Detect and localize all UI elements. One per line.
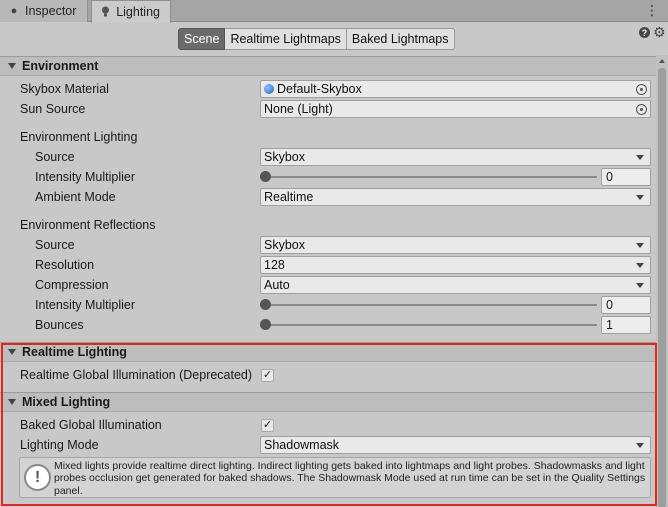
info-icon: !	[24, 464, 51, 491]
mode-scene-button[interactable]: Scene	[178, 28, 226, 50]
dropdown-value: Auto	[264, 278, 290, 292]
refl-source-row: Source Skybox	[0, 235, 656, 255]
more-menu-icon[interactable]: ⋮	[645, 2, 659, 19]
dropdown-value: Shadowmask	[264, 438, 340, 452]
mode-realtime-lightmaps-button[interactable]: Realtime Lightmaps	[225, 28, 347, 50]
ambient-mode-dropdown[interactable]: Realtime	[260, 188, 651, 206]
mixed-lighting-help-box: ! Mixed lights provide realtime direct l…	[19, 457, 651, 498]
field-label: Realtime Global Illumination (Deprecated…	[20, 368, 253, 382]
info-circle-icon: ●	[10, 5, 18, 17]
resolution-dropdown[interactable]: 128	[260, 256, 651, 274]
object-picker-icon[interactable]	[636, 83, 647, 95]
section-realtime-lighting[interactable]: Realtime Lighting	[0, 342, 656, 362]
chevron-down-icon	[636, 263, 644, 268]
dropdown-value: Realtime	[264, 190, 314, 204]
lighting-toolbar: Scene Realtime Lightmaps Baked Lightmaps…	[0, 23, 668, 55]
tab-lighting[interactable]: Lighting	[91, 0, 171, 23]
baked-gi-checkbox[interactable]: ✓	[261, 418, 274, 432]
field-value: None (Light)	[264, 102, 333, 116]
section-title: Environment	[22, 59, 99, 73]
environment-lighting-group: Environment Lighting	[0, 127, 656, 147]
sun-source-field[interactable]: None (Light)	[260, 100, 651, 118]
section-mixed-lighting[interactable]: Mixed Lighting	[0, 392, 656, 412]
scrollbar-thumb[interactable]	[658, 68, 666, 507]
slider-handle[interactable]	[260, 299, 271, 310]
bounces-input[interactable]: 1	[601, 316, 651, 334]
chevron-down-icon	[636, 243, 644, 248]
object-picker-icon[interactable]	[636, 103, 647, 115]
field-label: Source	[35, 238, 75, 252]
section-title: Mixed Lighting	[22, 395, 111, 409]
sun-source-row: Sun Source None (Light)	[0, 99, 656, 119]
slider-handle[interactable]	[260, 171, 271, 182]
field-label: Ambient Mode	[35, 190, 116, 204]
skybox-material-field[interactable]: Default-Skybox	[260, 80, 651, 98]
group-label: Environment Lighting	[20, 130, 138, 144]
foldout-arrow-icon	[8, 399, 16, 405]
field-label: Sun Source	[20, 102, 86, 116]
chevron-down-icon	[636, 155, 644, 160]
env-intensity-input[interactable]: 0	[601, 168, 651, 186]
slider-track	[262, 304, 597, 306]
lighting-mode-dropdown[interactable]: Shadowmask	[260, 436, 651, 454]
dropdown-value: Skybox	[264, 238, 305, 252]
chevron-down-icon	[636, 283, 644, 288]
field-label: Resolution	[35, 258, 95, 272]
compression-row: Compression Auto	[0, 275, 656, 295]
compression-dropdown[interactable]: Auto	[260, 276, 651, 294]
section-title: Realtime Lighting	[22, 345, 127, 359]
mode-baked-lightmaps-button[interactable]: Baked Lightmaps	[346, 28, 455, 50]
field-label: Skybox Material	[20, 82, 109, 96]
scroll-up-arrow-icon[interactable]	[659, 59, 665, 63]
realtime-gi-checkbox[interactable]: ✓	[261, 368, 274, 382]
field-label: Compression	[35, 278, 109, 292]
slider-track	[262, 176, 597, 178]
env-source-row: Source Skybox	[0, 147, 656, 167]
baked-gi-row: Baked Global Illumination ✓	[0, 415, 656, 435]
field-label: Source	[35, 150, 75, 164]
chevron-down-icon	[636, 195, 644, 200]
env-source-dropdown[interactable]: Skybox	[260, 148, 651, 166]
material-sphere-icon	[264, 84, 274, 94]
lighting-mode-row: Lighting Mode Shadowmask	[0, 435, 656, 455]
tab-label: Inspector	[25, 4, 77, 18]
field-value: Default-Skybox	[277, 82, 362, 96]
field-label: Intensity Multiplier	[35, 298, 136, 312]
field-label: Lighting Mode	[20, 438, 99, 452]
bounces-slider[interactable]	[260, 316, 597, 334]
group-label: Environment Reflections	[20, 218, 156, 232]
field-label: Baked Global Illumination	[20, 418, 162, 432]
dropdown-value: Skybox	[264, 150, 305, 164]
section-environment[interactable]: Environment	[0, 56, 656, 76]
dropdown-value: 128	[264, 258, 285, 272]
refl-intensity-input[interactable]: 0	[601, 296, 651, 314]
slider-handle[interactable]	[260, 319, 271, 330]
foldout-arrow-icon	[8, 349, 16, 355]
ambient-mode-row: Ambient Mode Realtime	[0, 187, 656, 207]
refl-source-dropdown[interactable]: Skybox	[260, 236, 651, 254]
environment-reflections-group: Environment Reflections	[0, 215, 656, 235]
tab-bar: ● Inspector Lighting ⋮	[0, 0, 668, 23]
bounces-row: Bounces 1	[0, 315, 656, 335]
refl-intensity-slider[interactable]	[260, 296, 597, 314]
tab-label: Lighting	[116, 5, 160, 19]
foldout-arrow-icon	[8, 63, 16, 69]
refl-intensity-row: Intensity Multiplier 0	[0, 295, 656, 315]
realtime-gi-row: Realtime Global Illumination (Deprecated…	[0, 365, 656, 385]
env-intensity-row: Intensity Multiplier 0	[0, 167, 656, 187]
chevron-down-icon	[636, 443, 644, 448]
lightbulb-icon	[100, 6, 111, 18]
help-text: Mixed lights provide realtime direct lig…	[54, 460, 646, 497]
field-label: Bounces	[35, 318, 84, 332]
slider-track	[262, 324, 597, 326]
field-label: Intensity Multiplier	[35, 170, 136, 184]
skybox-material-row: Skybox Material Default-Skybox	[0, 79, 656, 99]
tab-inspector[interactable]: ● Inspector	[0, 0, 88, 22]
help-icon[interactable]: ?	[639, 27, 650, 38]
env-intensity-slider[interactable]	[260, 168, 597, 186]
resolution-row: Resolution 128	[0, 255, 656, 275]
mode-selector: Scene Realtime Lightmaps Baked Lightmaps	[178, 28, 455, 50]
gear-icon[interactable]: ⚙	[653, 24, 666, 41]
lighting-content: Environment Skybox Material Default-Skyb…	[0, 55, 656, 507]
